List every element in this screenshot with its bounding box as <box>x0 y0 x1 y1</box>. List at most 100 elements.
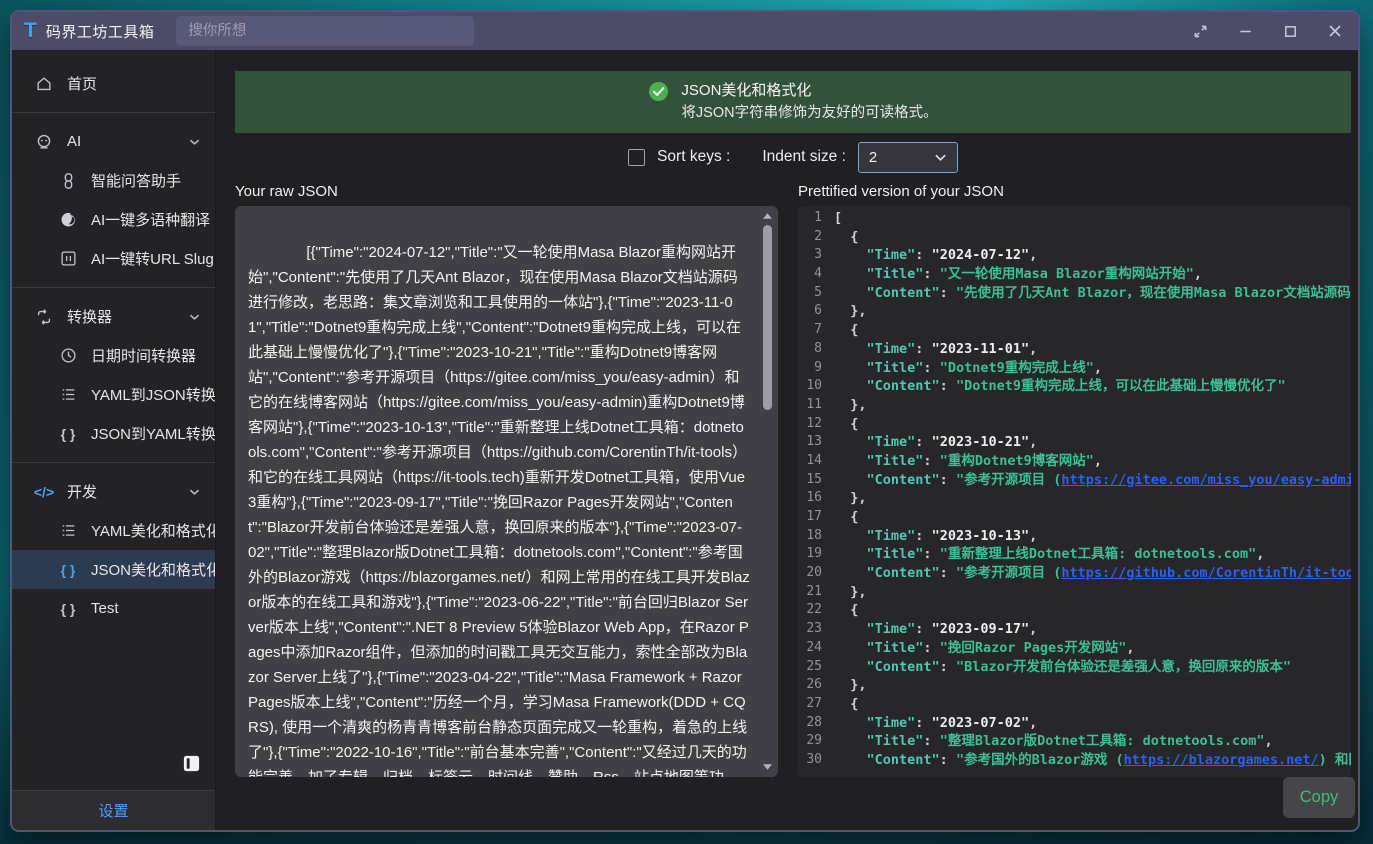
list-icon <box>58 523 78 538</box>
sidebar-item-yaml-to-json[interactable]: YAML到JSON转换 <box>12 375 215 414</box>
scroll-down-icon[interactable] <box>760 760 775 774</box>
search-input[interactable] <box>176 16 474 46</box>
close-button[interactable] <box>1326 22 1344 40</box>
code-line: 23 "Time": "2023-09-17", <box>798 620 1351 639</box>
sidebar-item-yaml-format[interactable]: YAML美化和格式化 <box>12 511 215 550</box>
code-line: 11 }, <box>798 396 1351 415</box>
code-line: 21 }, <box>798 583 1351 602</box>
tool-subtitle: 将JSON字符串修饰为友好的可读格式。 <box>681 103 937 124</box>
braces-icon: { } <box>58 601 78 617</box>
code-line: 10 "Content": "Dotnet9重构完成上线，可以在此基础上慢慢优化… <box>798 377 1351 396</box>
convert-icon <box>34 308 54 326</box>
sort-keys-checkbox[interactable] <box>628 149 645 166</box>
expand-icon[interactable] <box>1191 22 1209 40</box>
sidebar-group-label: 转换器 <box>67 306 112 327</box>
code-line: 7 { <box>798 321 1351 340</box>
sidebar-group-ai[interactable]: AI <box>12 122 215 161</box>
sidebar-item-label: YAML美化和格式化 <box>91 520 215 541</box>
code-line: 2 { <box>798 228 1351 247</box>
code-line: 15 "Content": "参考开源项目 (https://gitee.com… <box>798 471 1351 490</box>
sidebar-item-test[interactable]: { } Test <box>12 589 215 628</box>
divider <box>12 462 215 463</box>
link-icon <box>58 172 78 190</box>
code-line: 16 }, <box>798 489 1351 508</box>
code-line: 28 "Time": "2023-07-02", <box>798 714 1351 733</box>
sidebar-group-development[interactable]: </> 开发 <box>12 472 215 511</box>
sidebar-group-label: 开发 <box>67 481 97 502</box>
raw-json-scrollbar[interactable] <box>760 209 775 774</box>
code-line: 25 "Content": "Blazor开发前台体验还是差强人意，换回原来的版… <box>798 658 1351 677</box>
code-line: 8 "Time": "2023-11-01", <box>798 340 1351 359</box>
sidebar-item-json-to-yaml[interactable]: { } JSON到YAML转换 <box>12 414 215 453</box>
home-icon <box>34 75 54 93</box>
pretty-json-view[interactable]: 1[2 {3 "Time": "2024-07-12",4 "Title": "… <box>798 206 1351 777</box>
sidebar-group-converters[interactable]: 转换器 <box>12 297 215 336</box>
code-line: 26 }, <box>798 676 1351 695</box>
robot-icon <box>34 133 54 151</box>
chevron-down-icon <box>189 308 200 325</box>
sidebar-item-label: 日期时间转换器 <box>91 345 196 366</box>
sidebar-item-json-format[interactable]: { } JSON美化和格式化 <box>12 550 215 589</box>
sidebar-item-url-slug[interactable]: AI一键转URL Slug <box>12 239 215 278</box>
raw-json-text: [{"Time":"2024-07-12","Title":"又一轮使用Masa… <box>248 244 750 777</box>
raw-json-label: Your raw JSON <box>235 183 778 206</box>
maximize-button[interactable] <box>1281 22 1299 40</box>
sidebar-item-ai-translate[interactable]: AI一键多语种翻译 <box>12 200 215 239</box>
window-controls <box>1191 22 1344 40</box>
minimize-button[interactable] <box>1236 22 1254 40</box>
titlebar: T 码界工坊工具箱 <box>12 12 1358 50</box>
sidebar-item-label: AI一键转URL Slug <box>91 248 214 269</box>
code-line: 12 { <box>798 415 1351 434</box>
code-line: 22 { <box>798 601 1351 620</box>
code-line: 17 { <box>798 508 1351 527</box>
indent-size-value: 2 <box>869 149 877 166</box>
sidebar-item-label: JSON到YAML转换 <box>91 423 215 444</box>
app-title: 码界工坊工具箱 <box>46 21 155 42</box>
code-line: 13 "Time": "2023-10-21", <box>798 433 1351 452</box>
code-line: 3 "Time": "2024-07-12", <box>798 246 1351 265</box>
divider <box>12 287 215 288</box>
collapse-sidebar-icon[interactable] <box>182 754 201 778</box>
app-window: T 码界工坊工具箱 <box>10 10 1360 832</box>
settings-link[interactable]: 设置 <box>98 800 128 821</box>
pretty-code-lines: 1[2 {3 "Time": "2024-07-12",4 "Title": "… <box>798 209 1351 770</box>
sort-keys-label: Sort keys : <box>657 148 730 166</box>
pause-box-icon <box>58 250 78 267</box>
braces-icon: { } <box>58 562 78 578</box>
indent-size-select[interactable]: 2 <box>858 142 958 173</box>
code-line: 29 "Title": "整理Blazor版Dotnet工具箱: dotneto… <box>798 732 1351 751</box>
success-check-icon <box>648 81 669 102</box>
chevron-down-icon <box>189 133 200 150</box>
sidebar-item-datetime-converter[interactable]: 日期时间转换器 <box>12 336 215 375</box>
code-line: 18 "Time": "2023-10-13", <box>798 527 1351 546</box>
code-line: 6 }, <box>798 302 1351 321</box>
code-line: 24 "Title": "挽回Razor Pages开发网站", <box>798 639 1351 658</box>
code-line: 4 "Title": "又一轮使用Masa Blazor重构网站开始", <box>798 265 1351 284</box>
sidebar-item-home[interactable]: 首页 <box>12 64 215 103</box>
app-logo-icon: T <box>24 19 37 43</box>
scroll-up-icon[interactable] <box>760 209 775 223</box>
list-icon <box>58 387 78 402</box>
code-line: 30 "Content": "参考国外的Blazor游戏 (https://bl… <box>798 751 1351 770</box>
code-line: 20 "Content": "参考开源项目 (https://github.co… <box>798 564 1351 583</box>
code-line: 14 "Title": "重构Dotnet9博客网站", <box>798 452 1351 471</box>
tool-title: JSON美化和格式化 <box>681 80 937 101</box>
main-content: JSON美化和格式化 将JSON字符串修饰为友好的可读格式。 Sort keys… <box>216 50 1358 830</box>
code-line: 9 "Title": "Dotnet9重构完成上线", <box>798 359 1351 378</box>
copy-button[interactable]: Copy <box>1283 777 1355 818</box>
sidebar-footer: 设置 <box>12 790 215 830</box>
divider <box>12 112 215 113</box>
tool-banner: JSON美化和格式化 将JSON字符串修饰为友好的可读格式。 <box>235 71 1351 133</box>
code-line: 5 "Content": "先使用了几天Ant Blazor，现在使用Masa … <box>798 284 1351 303</box>
sidebar-item-label: 首页 <box>67 73 97 94</box>
raw-json-textarea[interactable]: [{"Time":"2024-07-12","Title":"又一轮使用Masa… <box>235 206 778 777</box>
format-options: Sort keys : Indent size : 2 <box>235 133 1351 181</box>
indent-size-label: Indent size : <box>762 148 846 166</box>
code-line: 1[ <box>798 209 1351 228</box>
moon-icon <box>58 211 78 228</box>
sidebar-item-label: AI一键多语种翻译 <box>91 209 210 230</box>
sidebar-item-label: Test <box>91 600 119 617</box>
sidebar-item-qa-assistant[interactable]: 智能问答助手 <box>12 161 215 200</box>
code-line: 19 "Title": "重新整理上线Dotnet工具箱: dotnetools… <box>798 545 1351 564</box>
scrollbar-thumb[interactable] <box>763 225 772 410</box>
